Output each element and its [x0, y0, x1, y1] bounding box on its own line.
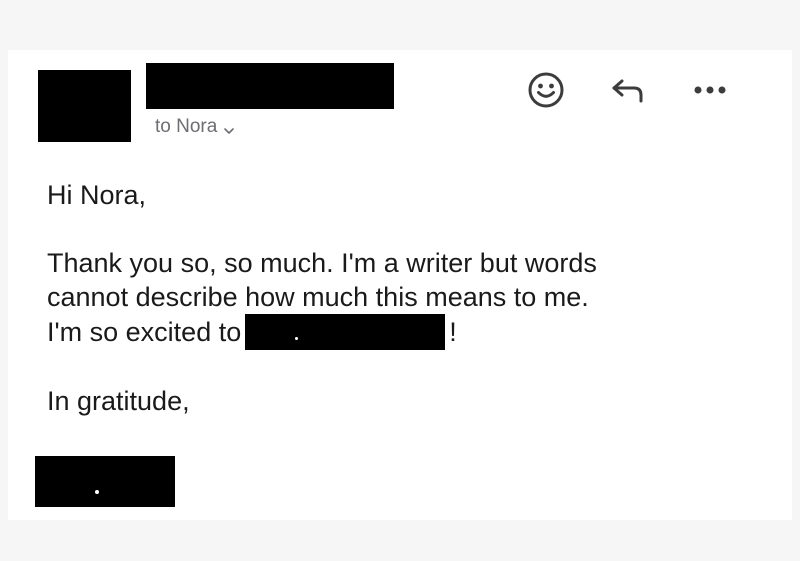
greeting: Hi Nora, — [47, 180, 147, 210]
body-line-1: Thank you so, so much. I'm a writer but … — [47, 248, 597, 278]
reply-arrow-icon[interactable] — [608, 70, 648, 110]
message-body: Hi Nora, Thank you so, so much. I'm a wr… — [47, 178, 597, 418]
body-line-3: I'm so excited to! — [47, 314, 597, 350]
signature-redacted — [35, 456, 175, 507]
recipient-toggle[interactable]: to Nora — [155, 116, 235, 138]
closing: In gratitude, — [47, 386, 190, 416]
chevron-down-icon — [223, 121, 235, 134]
body-line-3-start: I'm so excited to — [47, 317, 242, 347]
more-dots-icon[interactable] — [690, 70, 730, 110]
email-card: to Nora Hi Nora, Thank you so, so much. … — [8, 50, 792, 520]
body-line-2: cannot describe how much this means to m… — [47, 282, 589, 312]
sender-name-redacted — [146, 63, 394, 109]
sender-avatar-redacted[interactable] — [38, 70, 131, 142]
smiley-icon[interactable] — [526, 70, 566, 110]
recipient-label: to Nora — [155, 116, 218, 137]
inline-redaction — [245, 314, 446, 350]
body-line-3-end: ! — [449, 317, 457, 347]
message-actions — [526, 70, 730, 110]
